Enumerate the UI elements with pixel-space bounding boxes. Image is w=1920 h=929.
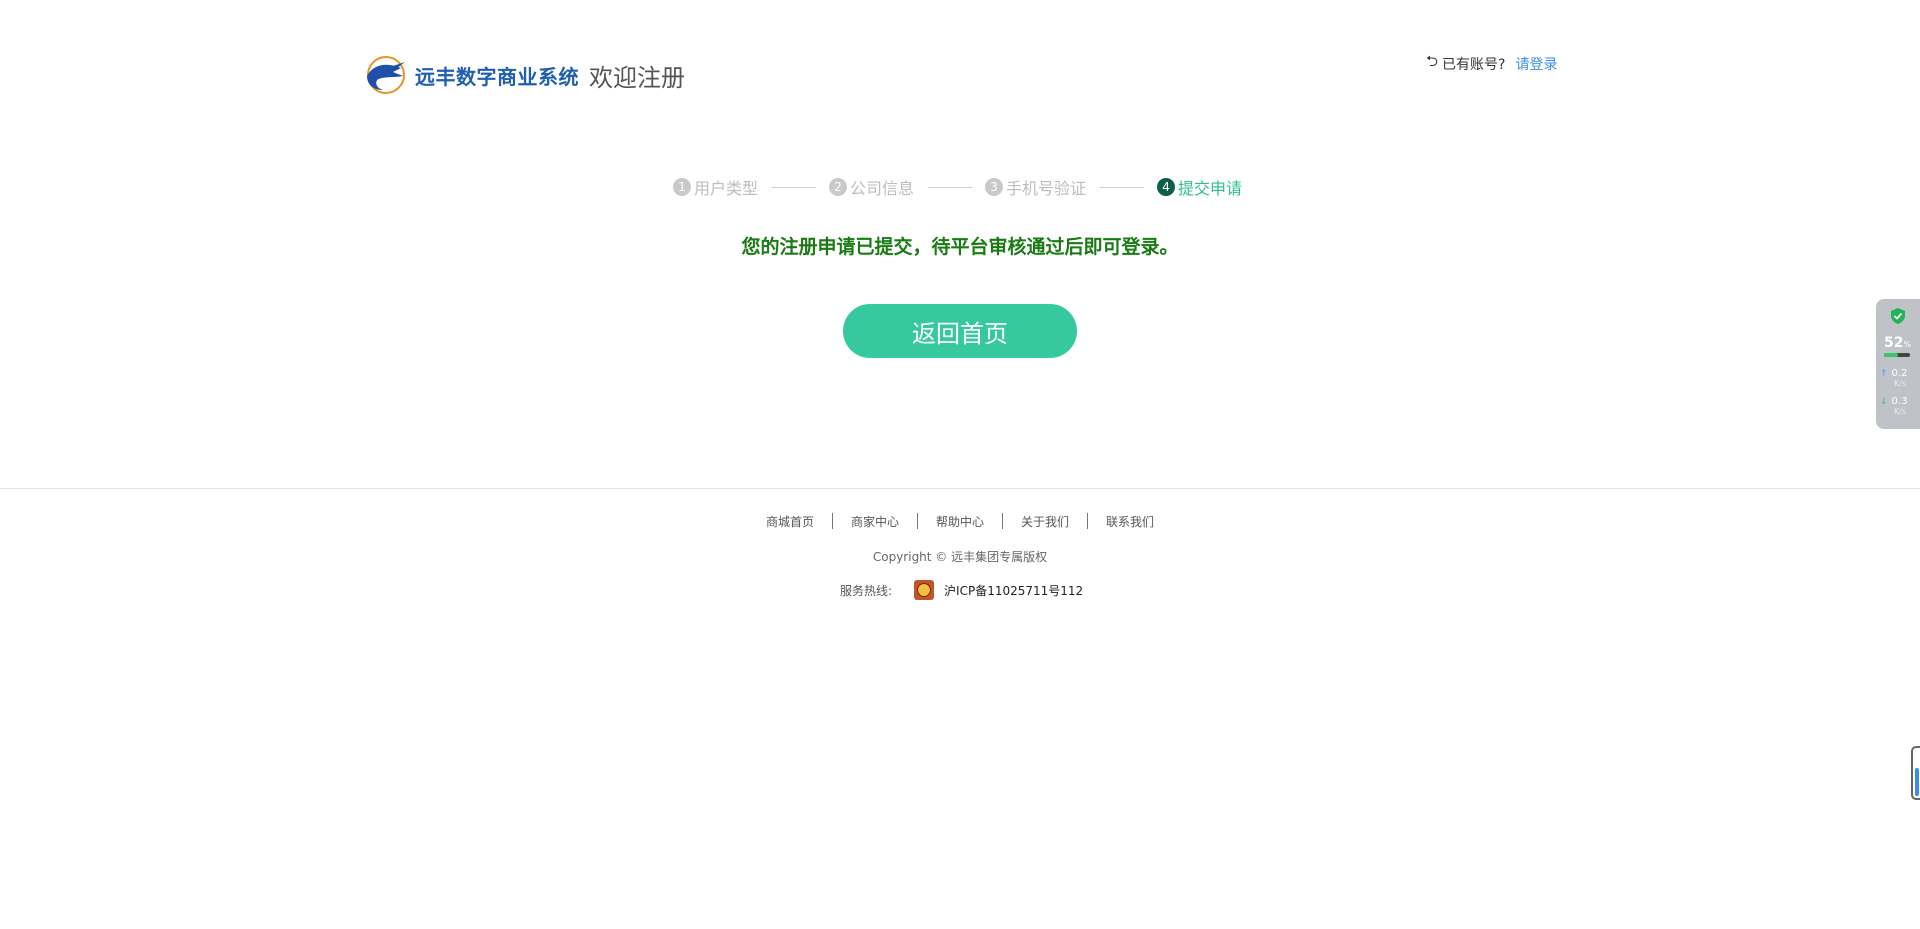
step-label: 提交申请 [1178,179,1243,198]
step-number: 4 [1157,178,1176,196]
memory-bar [1884,353,1910,357]
download-arrow-icon: ↓ [1880,397,1888,407]
step-submit: 4 提交申请 [1157,175,1242,199]
step-connector [771,186,816,188]
step-label: 公司信息 [849,179,914,198]
step-label: 用户类型 [693,179,758,198]
step-label: 手机号验证 [1006,179,1087,198]
step-phone-verify: 3 手机号验证 [985,175,1086,199]
icp-number[interactable]: 沪ICP备11025711号112 [944,582,1083,599]
step-user-type: 1 用户类型 [672,175,758,199]
upload-speed: ↑ 0.2 K/s [1880,368,1908,389]
download-speed: ↓ 0.3 K/s [1880,396,1908,417]
scroll-indicator-fill [1915,768,1919,796]
login-prompt: ⮌ 已有账号? 请登录 [1426,51,1557,76]
footer-link-help-center[interactable]: 帮助中心 [918,513,1002,530]
login-link[interactable]: 请登录 [1515,54,1557,74]
logo-icon [367,56,405,94]
shield-check-icon [1891,308,1905,324]
memory-percent: 52% [1884,335,1912,351]
return-home-button[interactable]: 返回首页 [843,304,1077,358]
step-connector [1100,186,1145,188]
upload-arrow-icon: ↑ [1880,369,1888,379]
page-title: 欢迎注册 [589,63,685,92]
step-company-info: 2 公司信息 [828,175,914,199]
side-scroll-indicator[interactable] [1911,746,1920,800]
footer-link-merchant-center[interactable]: 商家中心 [833,513,917,530]
memory-bar-fill [1884,353,1898,357]
step-progress: 1 用户类型 2 公司信息 3 手机号验证 4 提交申请 [0,175,1920,199]
system-monitor-widget[interactable]: 52% ↑ 0.2 K/s ↓ 0.3 K/s [1876,299,1920,429]
footer-divider [0,488,1920,489]
step-number: 2 [828,178,847,196]
footer-link-contact-us[interactable]: 联系我们 [1088,513,1172,530]
brand-name: 远丰数字商业系统 [415,64,579,89]
service-hotline: 服务热线: [840,583,893,598]
has-account-text: 已有账号? [1442,56,1506,73]
step-number: 1 [672,178,691,196]
footer-link-mall-home[interactable]: 商城首页 [748,513,832,530]
footer-link-about-us[interactable]: 关于我们 [1003,513,1087,530]
copyright: Copyright © 远丰集团专属版权 [872,550,1048,564]
footer-nav: 商城首页 商家中心 帮助中心 关于我们 联系我们 [0,513,1920,530]
success-message: 您的注册申请已提交，待平台审核通过后即可登录。 [741,236,1179,258]
step-connector [928,186,972,188]
step-number: 3 [985,178,1003,196]
icp-info: 服务热线: 沪ICP备11025711号112 [840,580,1083,600]
return-arrow-icon: ⮌ [1426,52,1439,70]
header: 远丰数字商业系统 欢迎注册 [363,54,685,96]
registration-page: 远丰数字商业系统 欢迎注册 ⮌ 已有账号? 请登录 1 用户类型 2 公司信息 … [0,0,1920,929]
police-badge-icon [914,580,935,600]
